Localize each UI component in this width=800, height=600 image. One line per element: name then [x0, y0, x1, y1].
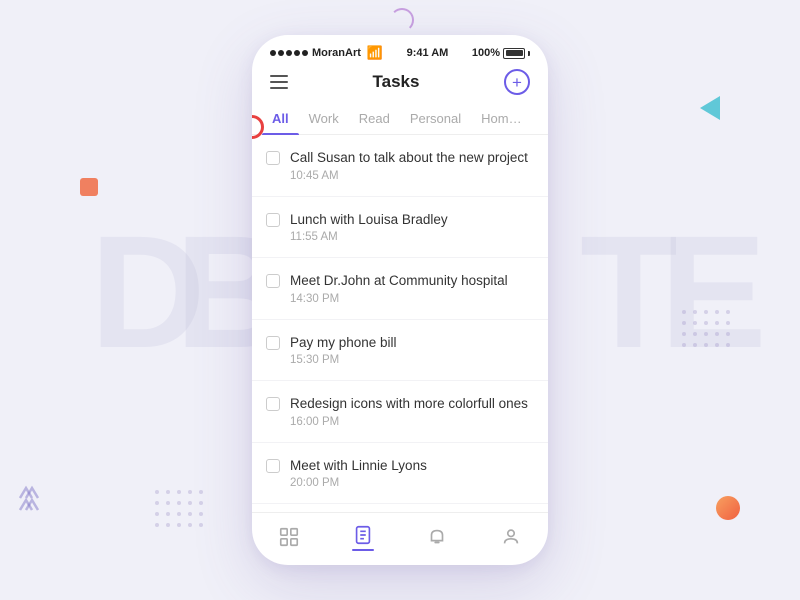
task-content-1: Call Susan to talk about the new project… [290, 149, 530, 182]
task-checkbox-1[interactable] [266, 151, 280, 165]
task-title-5: Redesign icons with more colorfull ones [290, 395, 530, 413]
bottom-nav [252, 512, 548, 566]
task-time-3: 14:30 PM [290, 293, 530, 305]
nav-item-profile[interactable] [499, 525, 523, 549]
dot-grid-right [682, 310, 730, 347]
tab-bar: All Work Read Personal Hom… [252, 105, 548, 135]
signal-dot-4 [294, 50, 300, 56]
signal-dot-3 [286, 50, 292, 56]
task-item-3[interactable]: Meet Dr.John at Community hospital 14:30… [252, 258, 548, 320]
hamburger-line-1 [270, 75, 288, 77]
task-time-2: 11:55 AM [290, 231, 530, 243]
signal-dot-5 [302, 50, 308, 56]
page-title: Tasks [373, 72, 420, 92]
task-item-1[interactable]: Call Susan to talk about the new project… [252, 135, 548, 197]
task-content-6: Meet with Linnie Lyons 20:00 PM [290, 457, 530, 490]
task-title-2: Lunch with Louisa Bradley [290, 211, 530, 229]
nav-item-notifications[interactable] [425, 525, 449, 549]
battery-bar [503, 48, 525, 59]
task-checkbox-4[interactable] [266, 336, 280, 350]
task-time-6: 20:00 PM [290, 477, 530, 489]
menu-button[interactable] [270, 75, 288, 89]
hamburger-line-2 [270, 81, 288, 83]
dot-grid-bottom-left [155, 490, 203, 527]
task-checkbox-5[interactable] [266, 397, 280, 411]
task-content-5: Redesign icons with more colorfull ones … [290, 395, 530, 428]
bg-orange-circle [716, 496, 740, 520]
tasks-icon [351, 523, 375, 547]
task-title-4: Pay my phone bill [290, 334, 530, 352]
grid-icon [277, 525, 301, 549]
add-icon: + [512, 74, 522, 91]
battery-indicator: 100% [472, 47, 530, 59]
wifi-icon: 📶 [367, 45, 383, 61]
bg-spinner-icon [390, 8, 414, 32]
bg-letter-t: T [580, 200, 678, 384]
task-time-4: 15:30 PM [290, 354, 530, 366]
task-title-3: Meet Dr.John at Community hospital [290, 272, 530, 290]
tab-home[interactable]: Hom… [471, 105, 531, 134]
red-circle-decoration [240, 115, 264, 139]
signal-dot-1 [270, 50, 276, 56]
nav-active-indicator [352, 549, 374, 552]
task-content-4: Pay my phone bill 15:30 PM [290, 334, 530, 367]
task-item-6[interactable]: Meet with Linnie Lyons 20:00 PM [252, 443, 548, 505]
task-checkbox-6[interactable] [266, 459, 280, 473]
tab-all[interactable]: All [262, 105, 299, 134]
battery-tip [528, 51, 530, 56]
signal-dot-2 [278, 50, 284, 56]
phone-frame: MoranArt 📶 9:41 AM 100% Tasks + All Work [252, 35, 548, 565]
bell-icon [425, 525, 449, 549]
app-header: Tasks + [252, 65, 548, 105]
task-checkbox-3[interactable] [266, 274, 280, 288]
nav-item-tasks[interactable] [351, 523, 375, 552]
battery-fill [506, 50, 523, 56]
task-title-6: Meet with Linnie Lyons [290, 457, 530, 475]
bg-orange-square [80, 178, 98, 196]
battery-percent: 100% [472, 47, 500, 59]
hamburger-line-3 [270, 87, 288, 89]
bg-chevrons [12, 480, 52, 525]
bg-letter-e: E [660, 200, 767, 384]
task-checkbox-2[interactable] [266, 213, 280, 227]
task-title-1: Call Susan to talk about the new project [290, 149, 530, 167]
bg-triangle-icon [700, 96, 720, 120]
task-item-4[interactable]: Pay my phone bill 15:30 PM [252, 320, 548, 382]
task-content-2: Lunch with Louisa Bradley 11:55 AM [290, 211, 530, 244]
status-time: 9:41 AM [407, 47, 449, 59]
tab-personal[interactable]: Personal [400, 105, 471, 134]
tab-work[interactable]: Work [299, 105, 349, 134]
status-left: MoranArt 📶 [270, 45, 383, 61]
task-item-2[interactable]: Lunch with Louisa Bradley 11:55 AM [252, 197, 548, 259]
task-time-1: 10:45 AM [290, 170, 530, 182]
task-item-5[interactable]: Redesign icons with more colorfull ones … [252, 381, 548, 443]
task-item-7[interactable]: Read the A Song of Ice and Fire 20:00 PM [252, 504, 548, 511]
task-content-3: Meet Dr.John at Community hospital 14:30… [290, 272, 530, 305]
task-time-5: 16:00 PM [290, 416, 530, 428]
add-task-button[interactable]: + [504, 69, 530, 95]
status-bar: MoranArt 📶 9:41 AM 100% [252, 35, 548, 65]
nav-item-home[interactable] [277, 525, 301, 549]
profile-icon [499, 525, 523, 549]
bg-letter-d: D [90, 200, 206, 384]
tab-read[interactable]: Read [349, 105, 400, 134]
signal-dots [270, 50, 308, 56]
task-list: Call Susan to talk about the new project… [252, 135, 548, 512]
carrier-name: MoranArt [312, 47, 361, 59]
